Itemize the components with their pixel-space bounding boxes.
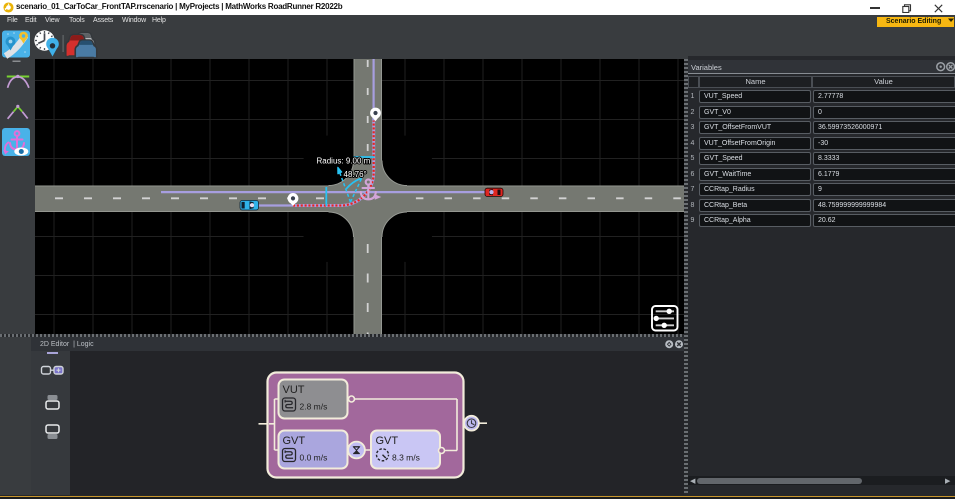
svg-text:GVT: GVT [283,435,306,447]
svg-text:8.3 m/s: 8.3 m/s [392,453,420,463]
svg-text:Radius: 9.00 m: Radius: 9.00 m [317,156,371,165]
svg-text:48.76°: 48.76° [344,170,367,179]
svg-text:2.8 m/s: 2.8 m/s [300,402,328,412]
svg-text:GVT: GVT [376,435,399,447]
svg-text:0.0 m/s: 0.0 m/s [300,453,328,463]
svg-text:VUT: VUT [283,384,305,396]
